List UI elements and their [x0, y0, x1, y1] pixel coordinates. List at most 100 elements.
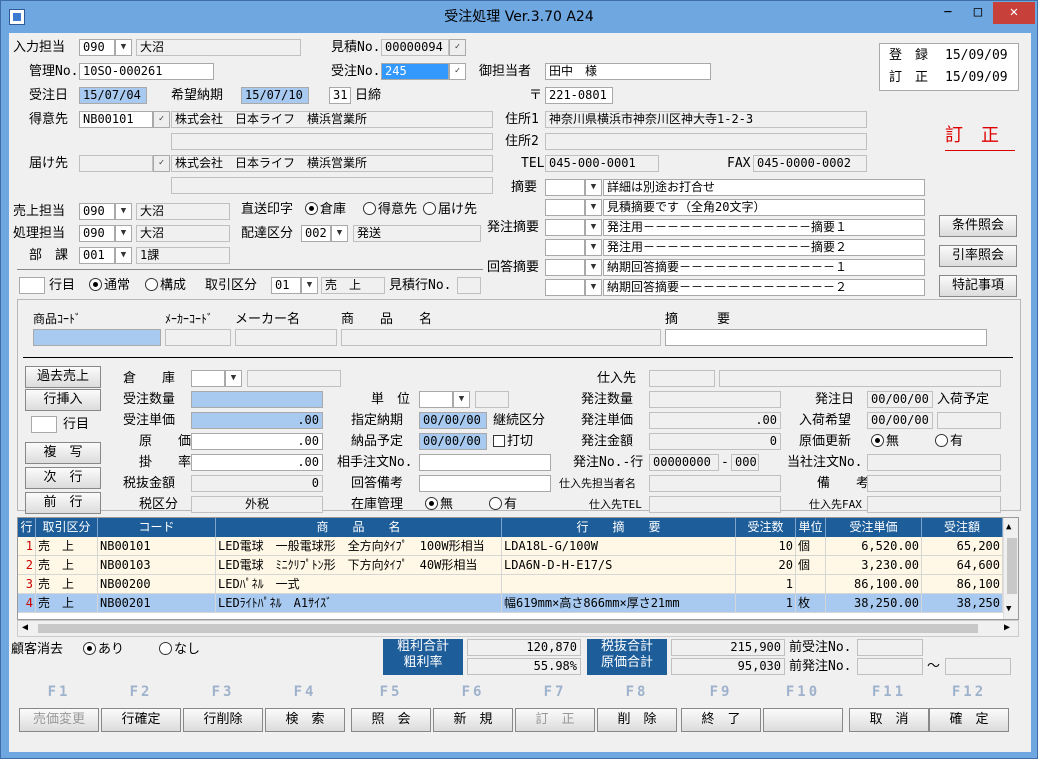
- fukusha-button[interactable]: 複 写: [25, 442, 101, 464]
- table-cell[interactable]: 86,100.00: [826, 575, 922, 593]
- col-header[interactable]: 取引区分: [36, 518, 98, 537]
- radio-on-icon[interactable]: [89, 278, 102, 291]
- radio-off-icon[interactable]: [423, 202, 436, 215]
- gyo-sonyu-button[interactable]: 行挿入: [25, 389, 101, 411]
- bu-code-field[interactable]: 001: [79, 247, 115, 264]
- radio-off-icon[interactable]: [489, 497, 502, 510]
- tokui-code-field[interactable]: NB00101: [79, 111, 153, 128]
- aite-field[interactable]: [419, 454, 551, 471]
- table-cell[interactable]: 枚: [796, 594, 826, 612]
- table-cell[interactable]: 86,100: [922, 575, 1003, 593]
- chevron-down-icon[interactable]: ▼: [585, 239, 602, 256]
- table-row[interactable]: 2売 上 NB00103 LED電球 ﾐﾆｸﾘﾌﾟﾄﾝ形 下方向ﾀｲﾌﾟ 40W形相…: [18, 556, 1003, 575]
- kaito-line2-field[interactable]: 納期回答摘要－－－－－－－－－－－－－２: [603, 279, 925, 296]
- fkey-button-f12[interactable]: 確 定: [929, 708, 1009, 732]
- maker-name-field[interactable]: [235, 329, 337, 346]
- scroll-left-icon[interactable]: ◀: [22, 622, 28, 633]
- kokyaku-opt-ari[interactable]: あり: [83, 641, 124, 658]
- vertical-scrollbar[interactable]: ▲ ▼: [1003, 518, 1018, 619]
- shime-day-field[interactable]: 31: [329, 87, 351, 104]
- table-cell[interactable]: 4: [18, 594, 36, 612]
- col-header[interactable]: 受注数: [736, 518, 796, 537]
- tekiyo-line1-field[interactable]: 詳細は別途お打合せ: [603, 179, 925, 196]
- soko-field[interactable]: [191, 370, 225, 387]
- table-cell[interactable]: LDA18L-G/100W: [502, 537, 736, 555]
- uchikiri-checkbox[interactable]: 打切: [493, 433, 533, 450]
- chevron-down-icon[interactable]: ▼: [585, 279, 602, 296]
- table-cell[interactable]: NB00201: [98, 594, 216, 612]
- addr2-field[interactable]: [545, 133, 867, 150]
- zaiko-opt-mu[interactable]: 無: [425, 496, 453, 513]
- chevron-down-icon[interactable]: ▼: [585, 219, 602, 236]
- table-cell[interactable]: 6,520.00: [826, 537, 922, 555]
- scroll-up-icon[interactable]: ▲: [1006, 522, 1011, 532]
- uriage-code-field[interactable]: 090: [79, 203, 115, 220]
- table-cell[interactable]: 38,250.00: [826, 594, 922, 612]
- check-icon[interactable]: ✓: [153, 155, 170, 172]
- addr1-field[interactable]: 神奈川県横浜市神奈川区神大寺1-2-3: [545, 111, 867, 128]
- mae-gyo-button[interactable]: 前 行: [25, 492, 101, 514]
- kaito-line1-field[interactable]: 納期回答摘要－－－－－－－－－－－－－１: [603, 259, 925, 276]
- zaiko-opt-u[interactable]: 有: [489, 496, 517, 513]
- table-cell[interactable]: 65,200: [922, 537, 1003, 555]
- opt-tsujo[interactable]: 通常: [89, 277, 130, 294]
- table-cell[interactable]: LDA6N-D-H-E17/S: [502, 556, 736, 574]
- chevron-down-icon[interactable]: ▼: [585, 199, 602, 216]
- chevron-down-icon[interactable]: ▼: [301, 277, 318, 294]
- table-cell[interactable]: 幅619mm×高さ866mm×厚さ21mm: [502, 594, 736, 612]
- hatchu-su-field[interactable]: [649, 391, 781, 408]
- hatchu-tanka-field[interactable]: .00: [649, 412, 781, 429]
- juchu-su-field[interactable]: [191, 391, 323, 408]
- shitei-field[interactable]: 00/00/00: [419, 412, 487, 429]
- genka-opt-mu[interactable]: 無: [871, 433, 899, 450]
- table-cell[interactable]: 2: [18, 556, 36, 574]
- biko-field[interactable]: [867, 475, 1001, 492]
- radio-on-icon[interactable]: [83, 642, 96, 655]
- table-cell[interactable]: [796, 575, 826, 593]
- table-cell[interactable]: 売 上: [36, 556, 98, 574]
- kako-uriage-button[interactable]: 過去売上: [25, 366, 101, 388]
- nyuka-kibo-field[interactable]: 00/00/00: [867, 412, 933, 429]
- table-cell[interactable]: [502, 575, 736, 593]
- fkey-button-f2[interactable]: 行確定: [101, 708, 181, 732]
- col-header[interactable]: 受注単価: [826, 518, 922, 537]
- tosha-field[interactable]: [867, 454, 1001, 471]
- fkey-button-f6[interactable]: 新 規: [433, 708, 513, 732]
- gotanto-field[interactable]: 田中 様: [545, 63, 711, 80]
- table-row[interactable]: 3売 上 NB00200 LEDﾊﾟﾈﾙ 一式 1 86,100.00 86,100: [18, 575, 1003, 594]
- juchubi-field[interactable]: 15/07/04: [79, 87, 147, 104]
- chevron-down-icon[interactable]: ▼: [225, 370, 242, 387]
- juchu-no-field[interactable]: 245: [381, 63, 449, 80]
- table-cell[interactable]: NB00200: [98, 575, 216, 593]
- table-cell[interactable]: NB00103: [98, 556, 216, 574]
- product-code-field[interactable]: [33, 329, 161, 346]
- radio-off-icon[interactable]: [145, 278, 158, 291]
- fkey-button-f1[interactable]: 売価変更: [19, 708, 99, 732]
- chevron-down-icon[interactable]: ▼: [115, 247, 132, 264]
- minimize-button[interactable]: −: [933, 2, 963, 24]
- hatchu-line2-field[interactable]: 発注用－－－－－－－－－－－－－－摘要２: [603, 239, 925, 256]
- chevron-down-icon[interactable]: ▼: [115, 203, 132, 220]
- tekiyo-line2-field[interactable]: 見積摘要です（全角20文字）: [603, 199, 925, 216]
- fkey-button-f5[interactable]: 照 会: [351, 708, 431, 732]
- fkey-button-f10[interactable]: [763, 708, 843, 732]
- detail-gyo-field[interactable]: [31, 416, 57, 433]
- torihiki-code-field[interactable]: 01: [271, 277, 301, 294]
- nohin-field[interactable]: 00/00/00: [419, 433, 487, 450]
- tokki-jiko-button[interactable]: 特記事項: [939, 275, 1017, 297]
- radio-off-icon[interactable]: [363, 202, 376, 215]
- table-cell[interactable]: 売 上: [36, 575, 98, 593]
- maker-code-field[interactable]: [165, 329, 231, 346]
- fkey-button-f3[interactable]: 行削除: [183, 708, 263, 732]
- shori-code-field[interactable]: 090: [79, 225, 115, 242]
- chokuso-opt-soko[interactable]: 倉庫: [305, 201, 346, 218]
- product-name-field[interactable]: [341, 329, 661, 346]
- table-cell[interactable]: 3: [18, 575, 36, 593]
- chevron-down-icon[interactable]: ▼: [115, 225, 132, 242]
- opt-kosei[interactable]: 構成: [145, 277, 186, 294]
- table-cell[interactable]: 個: [796, 556, 826, 574]
- checkbox-icon[interactable]: [493, 435, 505, 447]
- kaito-code1-field[interactable]: [545, 259, 585, 276]
- scroll-down-icon[interactable]: ▼: [1006, 604, 1011, 614]
- table-cell[interactable]: 10: [736, 537, 796, 555]
